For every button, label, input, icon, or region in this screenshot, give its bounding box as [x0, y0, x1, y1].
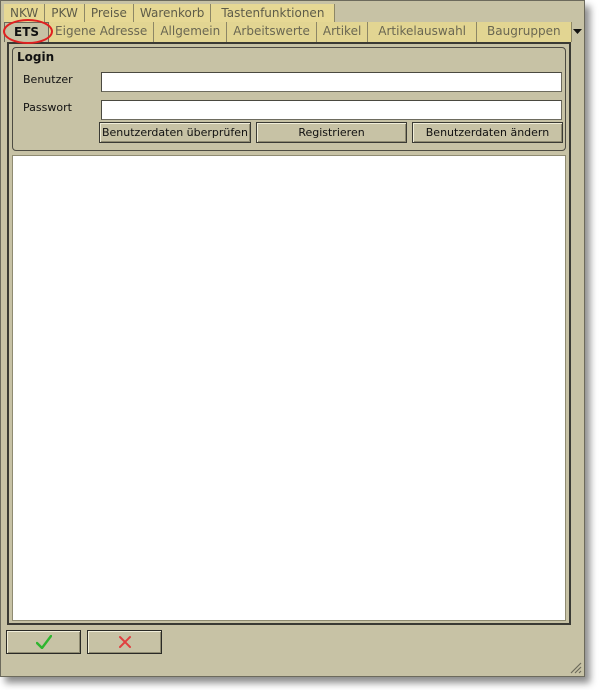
user-input[interactable] — [101, 72, 562, 92]
dialog-window: NKW PKW Preise Warenkorb Tastenfunktione… — [0, 0, 585, 677]
ok-button[interactable] — [6, 630, 81, 654]
tab-baugruppen[interactable]: Baugruppen — [477, 22, 572, 42]
cancel-button[interactable] — [87, 630, 162, 654]
tab-artikel[interactable]: Artikel — [316, 22, 369, 42]
tab-artikelauswahl[interactable]: Artikelauswahl — [368, 22, 478, 42]
tab-preise[interactable]: Preise — [84, 4, 134, 23]
tab-content: Login Benutzer Passwort Benutzerdaten üb… — [7, 42, 571, 625]
check-user-data-button[interactable]: Benutzerdaten überprüfen — [99, 122, 251, 143]
password-label: Passwort — [23, 101, 72, 114]
login-title: Login — [17, 50, 55, 64]
tab-eigene-adresse[interactable]: Eigene Adresse — [49, 22, 155, 42]
chevron-down-icon — [573, 29, 583, 34]
login-group: Login Benutzer Passwort Benutzerdaten üb… — [12, 47, 566, 151]
cross-icon — [118, 636, 131, 648]
tab-row-front: ETS Eigene Adresse Allgemein Arbeitswert… — [4, 22, 584, 42]
tab-nkw[interactable]: NKW — [4, 4, 46, 23]
tab-allgemein[interactable]: Allgemein — [154, 22, 228, 42]
tab-row-back: NKW PKW Preise Warenkorb Tastenfunktione… — [4, 3, 336, 23]
register-button[interactable]: Registrieren — [256, 122, 407, 143]
tab-ets[interactable]: ETS — [4, 22, 50, 42]
tab-pkw[interactable]: PKW — [45, 4, 85, 23]
content-area[interactable] — [12, 155, 566, 621]
resize-grip-icon[interactable] — [568, 660, 582, 674]
change-user-data-button[interactable]: Benutzerdaten ändern — [412, 122, 563, 143]
tab-arbeitswerte[interactable]: Arbeitswerte — [227, 22, 317, 42]
user-label: Benutzer — [23, 73, 73, 86]
more-tabs-button[interactable] — [572, 22, 584, 42]
password-input[interactable] — [101, 100, 562, 120]
tab-warenkorb[interactable]: Warenkorb — [133, 4, 212, 23]
checkmark-icon — [35, 635, 52, 649]
tab-tastenfunktionen[interactable]: Tastenfunktionen — [211, 4, 336, 23]
